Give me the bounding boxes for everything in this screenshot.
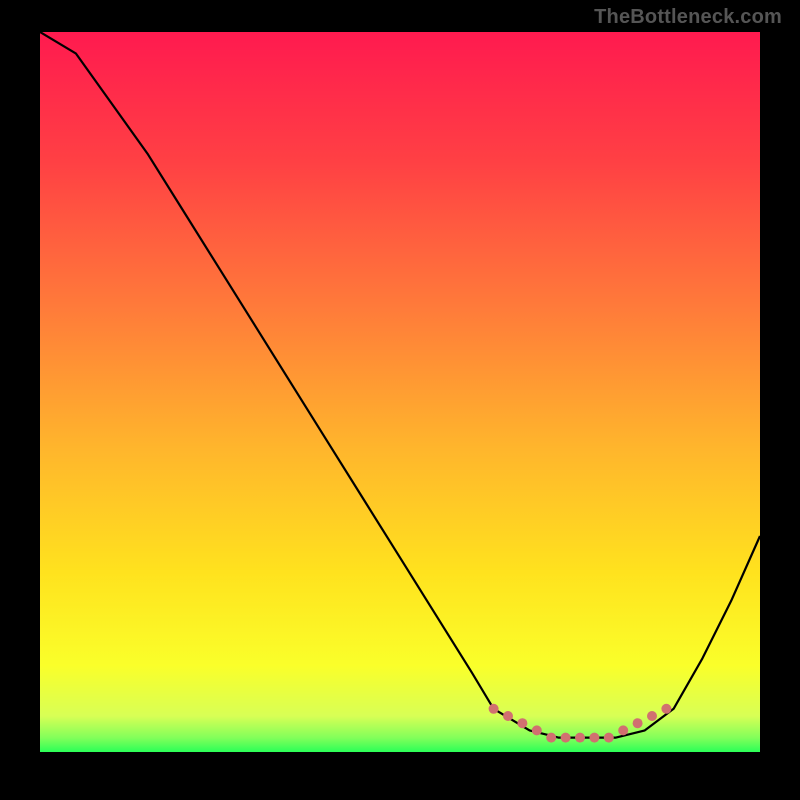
watermark-text: TheBottleneck.com	[594, 6, 782, 29]
plot-area	[40, 32, 760, 752]
bottleneck-curve	[40, 32, 760, 738]
data-marker	[647, 711, 657, 721]
data-marker	[489, 704, 499, 714]
data-marker	[604, 733, 614, 743]
data-marker	[532, 725, 542, 735]
data-marker	[503, 711, 513, 721]
data-marker	[575, 733, 585, 743]
data-marker	[661, 704, 671, 714]
chart-svg	[40, 32, 760, 752]
data-marker	[546, 733, 556, 743]
data-marker	[589, 733, 599, 743]
data-marker	[633, 718, 643, 728]
chart-container: TheBottleneck.com	[0, 0, 800, 800]
data-marker	[561, 733, 571, 743]
data-marker	[517, 718, 527, 728]
data-marker	[618, 725, 628, 735]
